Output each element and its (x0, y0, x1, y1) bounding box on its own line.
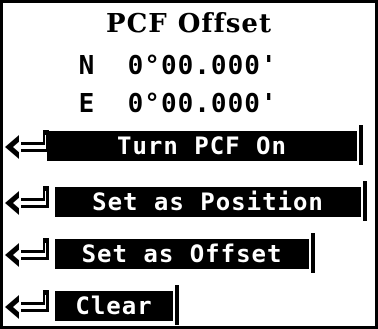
east-offset-value: 0°00.000' (127, 89, 278, 119)
pcf-offset-screen: PCF Offset N 0°00.000' E 0°00.000' Turn … (0, 0, 378, 329)
north-offset-value: 0°00.000' (127, 51, 278, 81)
east-label: E (78, 89, 96, 119)
clear-label: Clear (55, 285, 179, 325)
set-as-position-label: Set as Position (55, 181, 367, 221)
page-title: PCF Offset (106, 9, 272, 39)
set-as-offset-label: Set as Offset (55, 233, 315, 273)
north-label: N (78, 51, 96, 81)
east-offset-row: E 0°00.000' (63, 89, 343, 119)
turn-pcf-on-label: Turn PCF On (47, 125, 363, 165)
enter-arrow-icon (5, 290, 49, 319)
enter-arrow-icon (5, 130, 49, 159)
north-offset-row: N 0°00.000' (63, 51, 343, 81)
enter-arrow-icon (5, 238, 49, 267)
enter-arrow-icon (5, 186, 49, 215)
